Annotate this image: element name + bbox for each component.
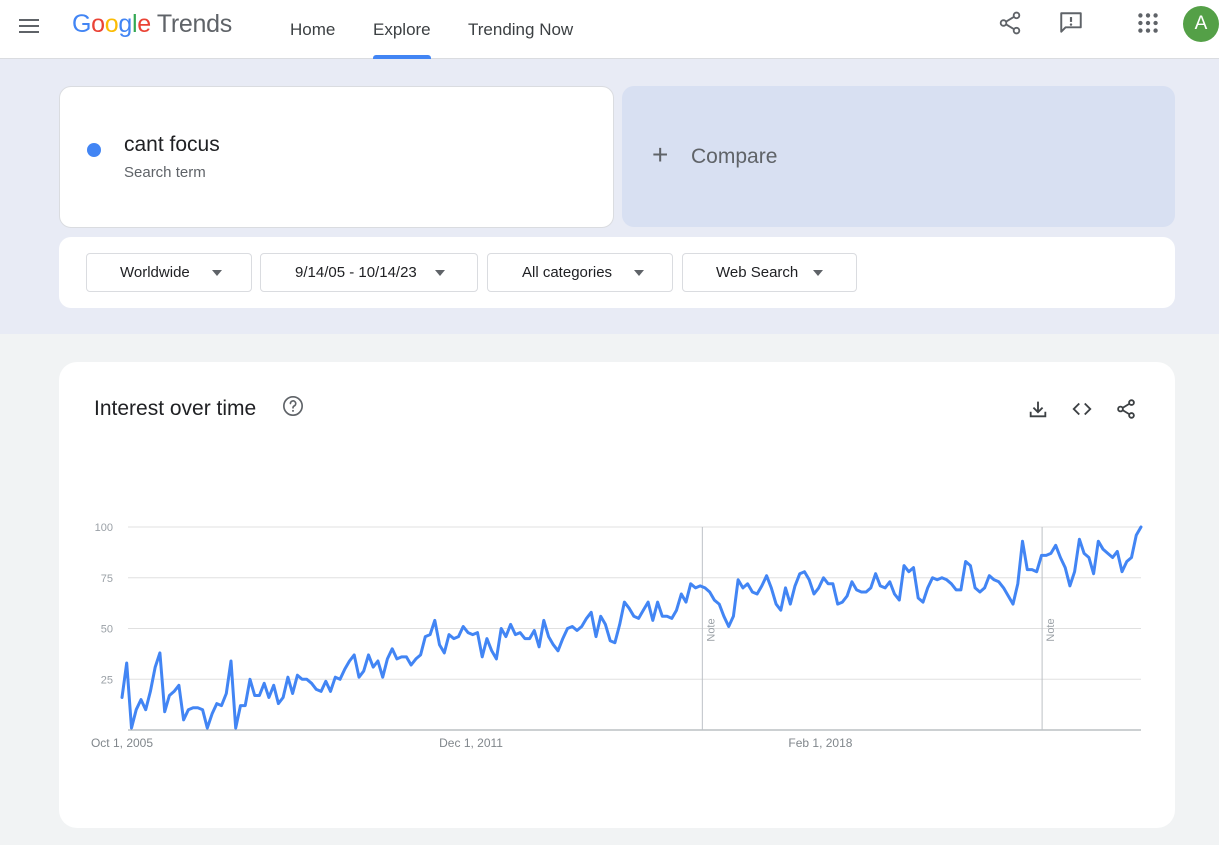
x-tick-label: Dec 1, 2011: [439, 736, 503, 750]
y-tick-label: 50: [101, 624, 113, 636]
note-marker-label: Note: [705, 618, 717, 641]
google-trends-logo[interactable]: Google Trends: [72, 10, 232, 39]
logo-google: Google: [72, 10, 151, 38]
embed-icon[interactable]: [1071, 398, 1093, 420]
nav-explore[interactable]: Explore: [373, 0, 431, 59]
chevron-down-icon: [435, 270, 445, 276]
interest-over-time-card: 100 75 50 25 Oct 1, 2005 Dec 1, 2011 Feb 1, 20…: [59, 362, 1175, 828]
search-property-value: Web Search: [716, 264, 799, 281]
date-range-value: 9/14/05 - 10/14/23: [295, 264, 417, 281]
top-app-bar: Google Trends Home Explore Trending Now A: [0, 0, 1219, 59]
date-range-dropdown[interactable]: 9/14/05 - 10/14/23: [260, 253, 478, 292]
nav-home-label: Home: [290, 19, 336, 39]
nav-explore-label: Explore: [373, 19, 431, 39]
note-marker-label: Note: [1045, 618, 1057, 641]
filter-bar: Worldwide 9/14/05 - 10/14/23 All categor…: [59, 237, 1175, 308]
x-tick-label: Feb 1, 2018: [788, 736, 852, 750]
nav-trending-now-label: Trending Now: [468, 19, 574, 39]
download-icon[interactable]: [1027, 398, 1049, 420]
chevron-down-icon: [813, 270, 823, 276]
region-dropdown[interactable]: Worldwide: [86, 253, 252, 292]
chevron-down-icon: [634, 270, 644, 276]
search-term-card[interactable]: cant focus Search term: [59, 86, 614, 228]
account-avatar[interactable]: A: [1183, 6, 1219, 42]
category-value: All categories: [522, 264, 613, 281]
logo-trends: Trends: [156, 10, 232, 38]
y-tick-label: 75: [101, 573, 113, 585]
help-icon[interactable]: [282, 395, 304, 417]
interest-over-time-chart: 100 75 50 25 Oct 1, 2005 Dec 1, 2011 Feb 1, 20…: [91, 522, 1143, 750]
search-property-dropdown[interactable]: Web Search: [682, 253, 857, 292]
chevron-down-icon: [212, 270, 222, 276]
y-tick-label: 25: [101, 674, 113, 686]
category-dropdown[interactable]: All categories: [487, 253, 673, 292]
compare-label: Compare: [691, 145, 778, 168]
menu-icon[interactable]: [17, 14, 41, 38]
series-line: [120, 525, 1143, 730]
apps-grid-icon[interactable]: [1135, 10, 1161, 36]
compare-button[interactable]: + Compare: [622, 86, 1175, 227]
x-tick-label: Oct 1, 2005: [91, 736, 153, 750]
term-color-dot: [87, 143, 101, 157]
region-value: Worldwide: [120, 264, 190, 281]
share-icon[interactable]: [997, 10, 1023, 36]
y-tick-label: 100: [95, 522, 113, 534]
search-term-type: Search term: [124, 164, 206, 181]
card-title: Interest over time: [94, 397, 257, 420]
nav-home[interactable]: Home: [290, 0, 335, 59]
nav-trending-now[interactable]: Trending Now: [468, 0, 573, 59]
search-term[interactable]: cant focus: [124, 133, 220, 157]
share-icon[interactable]: [1115, 398, 1137, 420]
feedback-icon[interactable]: [1058, 10, 1084, 36]
plus-icon: +: [652, 139, 669, 170]
